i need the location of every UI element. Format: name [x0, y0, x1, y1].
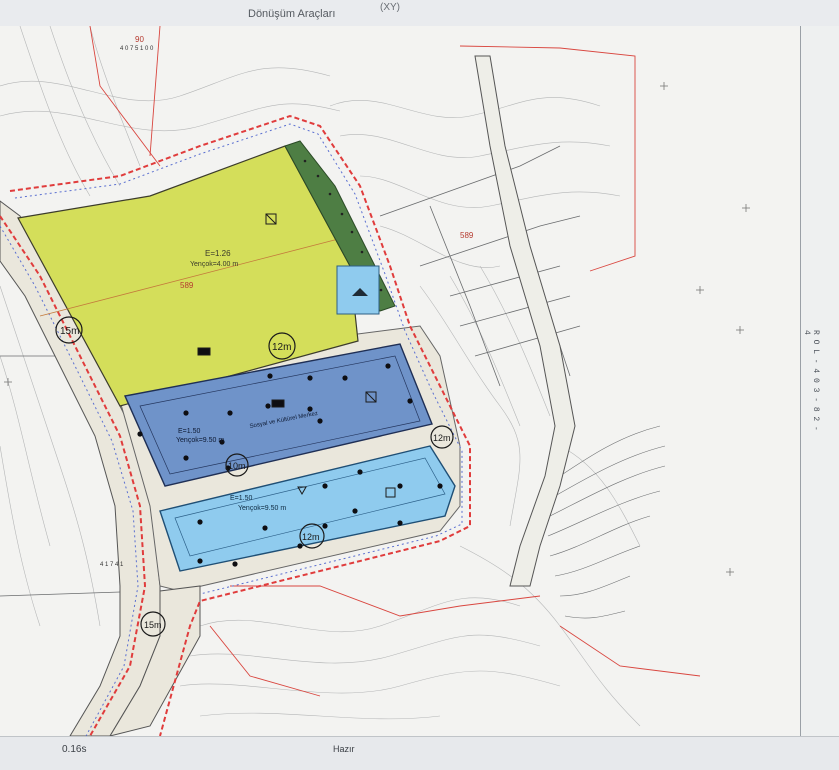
- dark-blue-height-label: Yençok=9.50 m: [176, 437, 224, 444]
- coordinate-badge[interactable]: (XY): [380, 2, 400, 13]
- road-label-4: 12m: [433, 433, 451, 443]
- road-label-2: 12m: [272, 342, 291, 353]
- top-coordinate: 4 0 7 5 1 0 0: [120, 46, 154, 52]
- map-canvas[interactable]: 15m 12m 10m 12m 12m 15m E=1.26 Yençok=4.…: [0, 26, 800, 736]
- road-label-5: 12m: [302, 532, 320, 542]
- ready-status: Hazır: [333, 744, 355, 754]
- top-number-90: 90: [135, 35, 144, 44]
- yellow-height-label: Yençok=4.00 m: [190, 261, 238, 268]
- dark-blue-e-label: E=1.50: [178, 428, 200, 435]
- yellow-e-label: E=1.26: [205, 249, 231, 258]
- lower-left-number: 4 1 7 4 1: [100, 562, 124, 568]
- vertical-coordinate-label: R O L - 4 0 3 - 8 2 - 4: [802, 330, 820, 431]
- light-blue-e-label: E=1.50: [230, 495, 252, 502]
- road-label-6: 15m: [144, 620, 162, 630]
- window-titlebar: Dönüşüm Araçları (XY): [0, 0, 839, 27]
- light-blue-height-label: Yençok=9.50 m: [238, 505, 286, 512]
- cad-drawing: 15m 12m 10m 12m 12m 15m E=1.26 Yençok=4.…: [0, 26, 750, 736]
- parcel-number-right: 589: [460, 231, 474, 240]
- zoom-readout: 0.16s: [62, 744, 87, 755]
- road-label-3: 10m: [228, 461, 246, 471]
- window-title: Dönüşüm Araçları: [248, 8, 336, 20]
- status-bar: [0, 736, 839, 770]
- road-label-1: 15m: [60, 326, 79, 337]
- parcel-number: 589: [180, 281, 194, 290]
